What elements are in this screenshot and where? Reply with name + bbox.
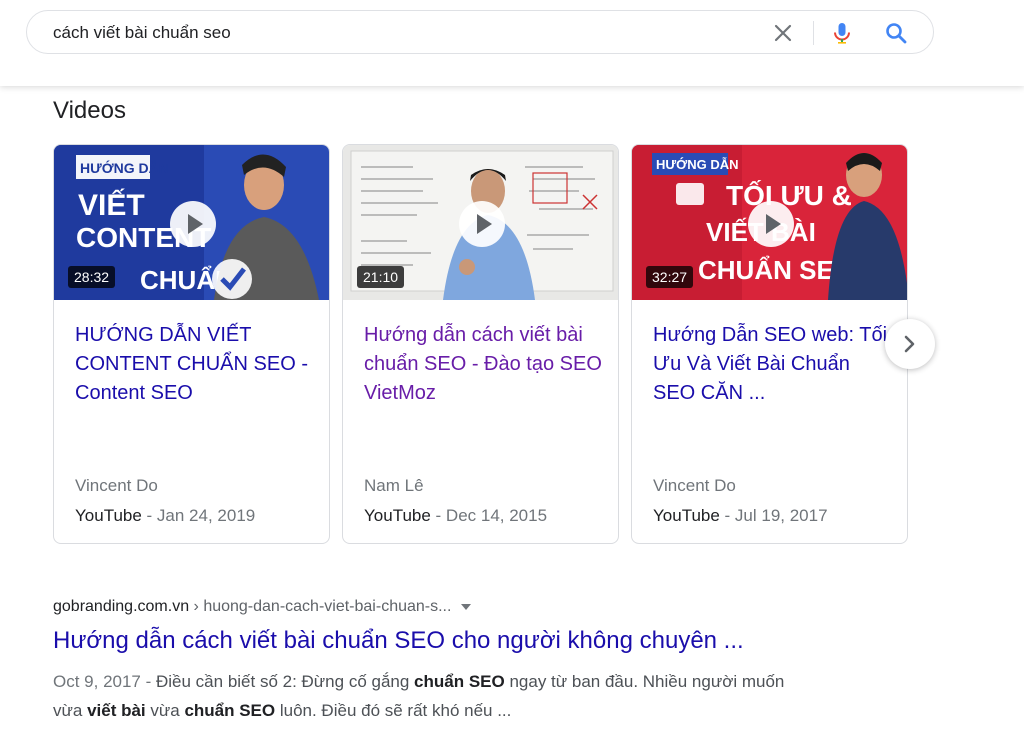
snippet-text: Điều cần biết số 2: Đừng cố gắng xyxy=(156,672,415,691)
video-card[interactable]: HƯỚNG DẪN TỐI ƯU & VIẾT BÀI CHUẨN SEO 32… xyxy=(631,144,908,544)
search-input[interactable] xyxy=(53,22,753,44)
play-icon[interactable] xyxy=(459,201,505,247)
thumb-text-1: HƯỚNG DẪN xyxy=(80,159,169,176)
video-title[interactable]: Hướng dẫn cách viết bài chuẩn SEO - Đào … xyxy=(364,321,604,408)
video-channel: Vincent Do xyxy=(75,476,158,495)
search-header xyxy=(0,0,1024,86)
result-domain: gobranding.com.vn xyxy=(53,598,190,615)
video-date: - Jul 19, 2017 xyxy=(719,506,828,525)
video-source: YouTube xyxy=(75,506,142,525)
chevron-right-icon xyxy=(904,335,915,353)
snippet-bold: chuẩn SEO xyxy=(414,672,505,691)
video-thumbnail[interactable]: HƯỚNG DẪN VIẾT CONTENT CHUẨN SEO 28:32 xyxy=(54,145,329,300)
snippet-bold: chuẩn SEO xyxy=(184,701,276,720)
video-thumbnail[interactable]: HƯỚNG DẪN TỐI ƯU & VIẾT BÀI CHUẨN SEO 32… xyxy=(632,145,907,300)
video-source-line: YouTube - Dec 14, 2015 xyxy=(364,506,547,526)
voice-search-button[interactable] xyxy=(829,20,855,46)
snippet-text: luôn. Điều đó sẽ rất khó nếu ... xyxy=(275,701,512,720)
video-duration: 28:32 xyxy=(68,266,116,288)
video-date: - Jan 24, 2019 xyxy=(141,506,256,525)
video-source: YouTube xyxy=(653,506,720,525)
snippet-date: Oct 9, 2017 - xyxy=(53,672,156,691)
clear-button[interactable] xyxy=(771,21,795,45)
video-thumbnail[interactable]: 21:10 xyxy=(343,145,618,300)
video-duration: 21:10 xyxy=(357,266,405,288)
snippet-bold: viết bài xyxy=(87,701,146,720)
carousel-next-button[interactable] xyxy=(885,319,935,369)
video-card[interactable]: 21:10 Hướng dẫn cách viết bài chuẩn SEO … xyxy=(342,144,619,544)
video-channel: Nam Lê xyxy=(364,476,424,495)
video-source-line: YouTube - Jan 24, 2019 xyxy=(75,506,255,526)
search-icon xyxy=(886,23,907,44)
play-icon[interactable] xyxy=(748,201,794,247)
search-divider xyxy=(813,21,814,45)
thumb-text-1: HƯỚNG DẪN xyxy=(656,157,739,172)
video-source: YouTube xyxy=(364,506,431,525)
video-title[interactable]: Hướng Dẫn SEO web: Tối Ưu Và Viết Bài Ch… xyxy=(653,321,893,408)
videos-section-title: Videos xyxy=(53,97,126,124)
video-card[interactable]: HƯỚNG DẪN VIẾT CONTENT CHUẨN SEO 28:32 H… xyxy=(53,144,330,544)
video-title[interactable]: HƯỚNG DẪN VIẾT CONTENT CHUẨN SEO - Conte… xyxy=(75,321,315,408)
mic-icon xyxy=(834,23,850,44)
close-icon xyxy=(774,24,792,42)
play-icon[interactable] xyxy=(170,201,216,247)
video-date: - Dec 14, 2015 xyxy=(430,506,548,525)
video-duration: 32:27 xyxy=(646,266,694,288)
video-source-line: YouTube - Jul 19, 2017 xyxy=(653,506,828,526)
thumb-text-2: TỐI ƯU & xyxy=(726,179,852,211)
result-snippet: Oct 9, 2017 - Điều cần biết số 2: Đừng c… xyxy=(53,667,813,725)
video-channel: Vincent Do xyxy=(653,476,736,495)
search-button[interactable] xyxy=(883,20,909,46)
result-breadcrumb[interactable]: gobranding.com.vn › huong-dan-cach-viet-… xyxy=(53,598,472,616)
caret-down-icon[interactable] xyxy=(461,603,472,610)
snippet-text: vừa xyxy=(145,701,185,720)
thumb-text-2: VIẾT xyxy=(78,188,145,222)
result-title-link[interactable]: Hướng dẫn cách viết bài chuẩn SEO cho ng… xyxy=(53,627,744,655)
result-path: › huong-dan-cach-viet-bai-chuan-s... xyxy=(189,598,452,615)
search-box[interactable] xyxy=(26,10,934,54)
